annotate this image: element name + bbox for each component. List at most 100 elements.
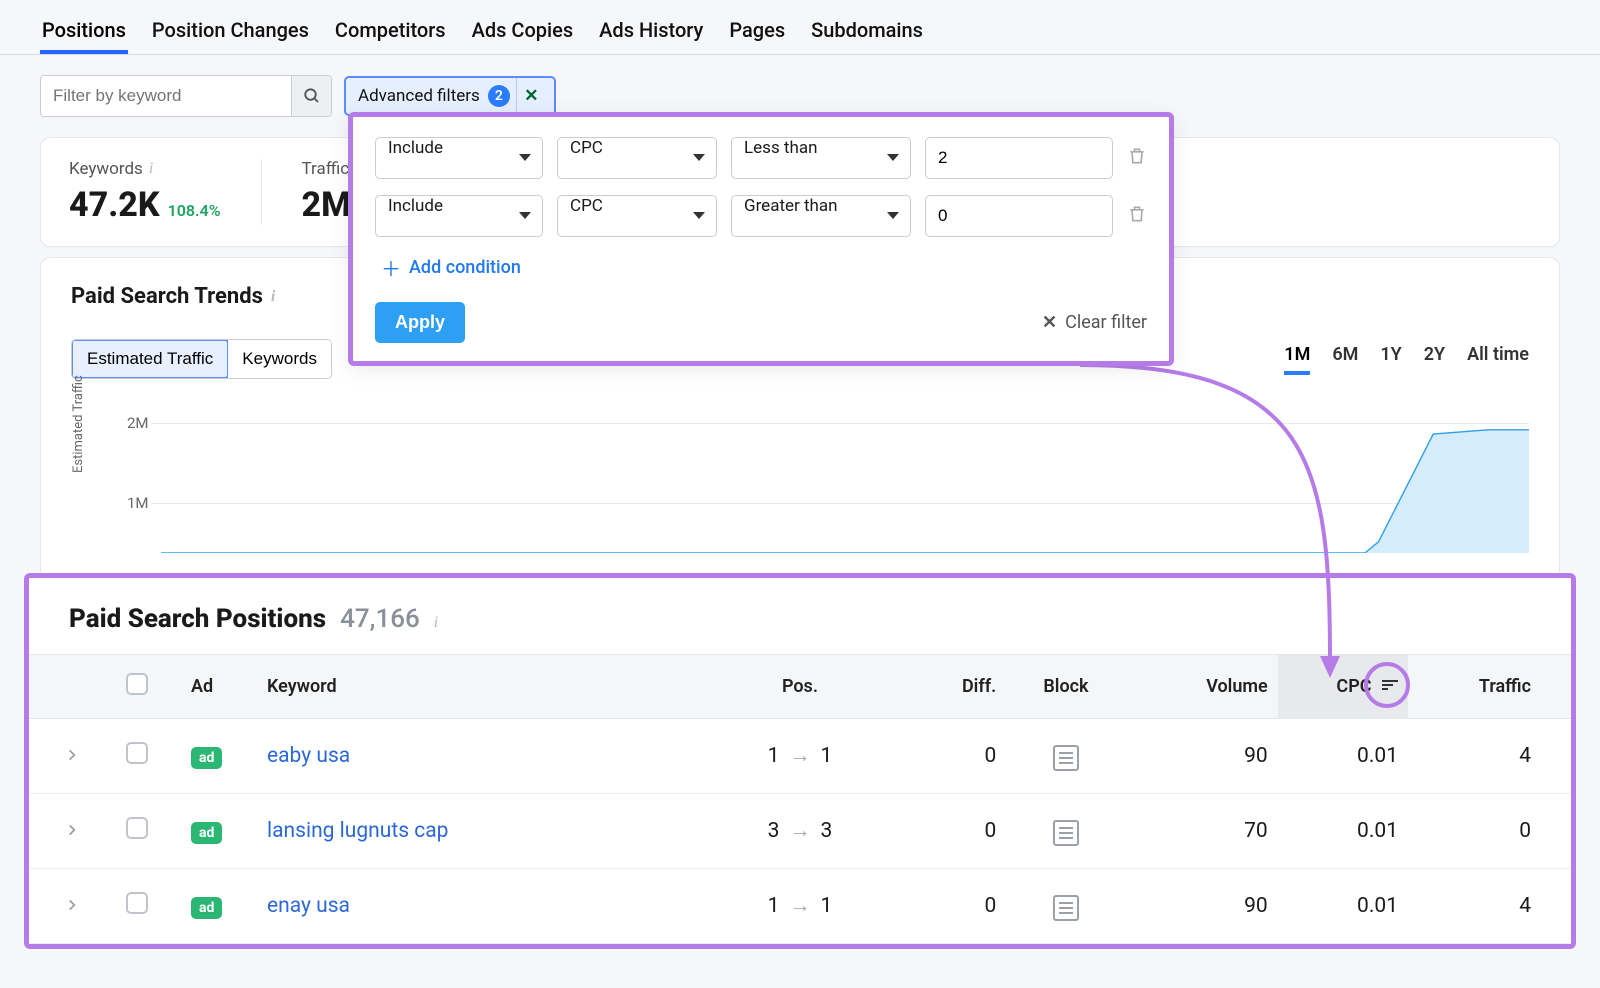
select-all-checkbox[interactable] [126,673,148,695]
condition-logic-select[interactable]: Include [375,137,543,179]
volume-value: 70 [1126,794,1278,869]
apply-button[interactable]: Apply [375,302,465,343]
positions-table-card: Paid Search Positions 47,166 i Ad Keywor… [24,573,1576,949]
table-count: 47,166 [340,604,420,634]
keyword-link[interactable]: enay usa [267,894,350,918]
delete-condition-button[interactable] [1127,203,1147,229]
row-checkbox[interactable] [126,742,148,764]
range-1y[interactable]: 1Y [1380,344,1401,375]
pos-to: 1 [820,894,832,918]
tab-competitors[interactable]: Competitors [333,18,448,54]
cpc-value: 0.01 [1278,794,1408,869]
condition-field-select[interactable]: CPC [557,137,717,179]
expand-row-button[interactable] [65,819,79,843]
range-2y[interactable]: 2Y [1424,344,1445,375]
diff-value: 0 [887,869,1006,944]
trash-icon [1127,203,1147,225]
expand-row-button[interactable] [65,894,79,918]
tab-ads-copies[interactable]: Ads Copies [470,18,576,54]
filter-input-wrapper [40,75,332,117]
close-icon: ✕ [1042,312,1057,333]
search-icon [303,87,321,105]
chevron-right-icon [65,898,79,912]
expand-row-button[interactable] [65,744,79,768]
info-icon[interactable]: i [434,614,438,632]
traffic-chart: Estimated Traffic 2M 1M [71,413,1529,553]
condition-field-select[interactable]: CPC [557,195,717,237]
y-axis-label: Estimated Traffic [71,375,86,473]
advanced-filters-label: Advanced filters [358,86,480,106]
keyword-filter-input[interactable] [41,76,291,116]
condition-operator-select[interactable]: Greater than [731,195,911,237]
condition-operator-select[interactable]: Less than [731,137,911,179]
range-6m[interactable]: 6M [1332,344,1358,375]
tab-subdomains[interactable]: Subdomains [809,18,925,54]
ad-badge: ad [191,822,222,844]
advanced-filters-count: 2 [488,85,510,107]
clear-filter-button[interactable]: ✕ Clear filter [1042,312,1147,333]
tab-position-changes[interactable]: Position Changes [150,18,311,54]
metric-value: 47.2K [69,185,160,225]
table-title: Paid Search Positions [69,604,326,634]
arrow-right-icon: → [789,819,810,843]
add-condition-button[interactable]: ＋ Add condition [381,253,1147,282]
condition-logic-select[interactable]: Include [375,195,543,237]
clear-filter-label: Clear filter [1065,312,1147,333]
cpc-value: 0.01 [1278,869,1408,944]
pos-from: 1 [768,894,780,918]
traffic-value: 4 [1408,869,1571,944]
table-row: adlansing lugnuts cap3→30700.010 [29,794,1571,869]
traffic-value: 0 [1408,794,1571,869]
serp-block-icon[interactable] [1053,820,1079,846]
positions-table: Ad Keyword Pos. Diff. Block Volume CPC T… [29,654,1571,944]
filter-condition-row: Include CPC Less than [375,137,1147,179]
col-block[interactable]: Block [1006,655,1125,719]
arrow-right-icon: → [789,894,810,918]
toggle-estimated-traffic[interactable]: Estimated Traffic [71,339,229,379]
chevron-right-icon [65,748,79,762]
col-diff[interactable]: Diff. [887,655,1006,719]
range-1m[interactable]: 1M [1284,344,1310,375]
advanced-filters-chip[interactable]: Advanced filters 2 ✕ [344,76,556,116]
search-button[interactable] [291,76,331,116]
y-tick: 2M [127,414,149,432]
col-traffic[interactable]: Traffic [1408,655,1571,719]
condition-value-input[interactable] [925,195,1113,237]
plus-icon: ＋ [381,253,401,282]
col-volume[interactable]: Volume [1126,655,1278,719]
pos-to: 3 [820,819,832,843]
serp-block-icon[interactable] [1053,745,1079,771]
info-icon[interactable]: i [271,288,275,306]
serp-block-icon[interactable] [1053,895,1079,921]
tab-positions[interactable]: Positions [40,18,128,54]
tab-pages[interactable]: Pages [727,18,787,54]
col-position[interactable]: Pos. [713,655,887,719]
tab-ads-history[interactable]: Ads History [597,18,705,54]
metric-keywords: Keywordsi 47.2K108.4% [69,159,261,225]
chevron-right-icon [65,823,79,837]
metric-toggle-group: Estimated Traffic Keywords [71,339,332,379]
arrow-right-icon: → [789,744,810,768]
delete-condition-button[interactable] [1127,145,1147,171]
filter-condition-row: Include CPC Greater than [375,195,1147,237]
col-ad[interactable]: Ad [181,655,257,719]
metric-label: Traffic [302,159,350,179]
keyword-link[interactable]: lansing lugnuts cap [267,819,448,843]
keyword-link[interactable]: eaby usa [267,744,350,768]
toggle-keywords[interactable]: Keywords [228,340,331,378]
metric-label: Keywords [69,159,143,179]
traffic-value: 4 [1408,719,1571,794]
time-range-group: 1M 6M 1Y 2Y All time [1284,344,1529,375]
col-keyword[interactable]: Keyword [257,655,713,719]
row-checkbox[interactable] [126,892,148,914]
close-icon[interactable]: ✕ [516,78,546,114]
range-all-time[interactable]: All time [1467,344,1529,375]
pos-from: 1 [768,744,780,768]
trash-icon [1127,145,1147,167]
info-icon[interactable]: i [149,160,153,178]
condition-value-input[interactable] [925,137,1113,179]
col-cpc[interactable]: CPC [1278,655,1408,719]
row-checkbox[interactable] [126,817,148,839]
diff-value: 0 [887,719,1006,794]
tab-bar: Positions Position Changes Competitors A… [0,0,1600,55]
